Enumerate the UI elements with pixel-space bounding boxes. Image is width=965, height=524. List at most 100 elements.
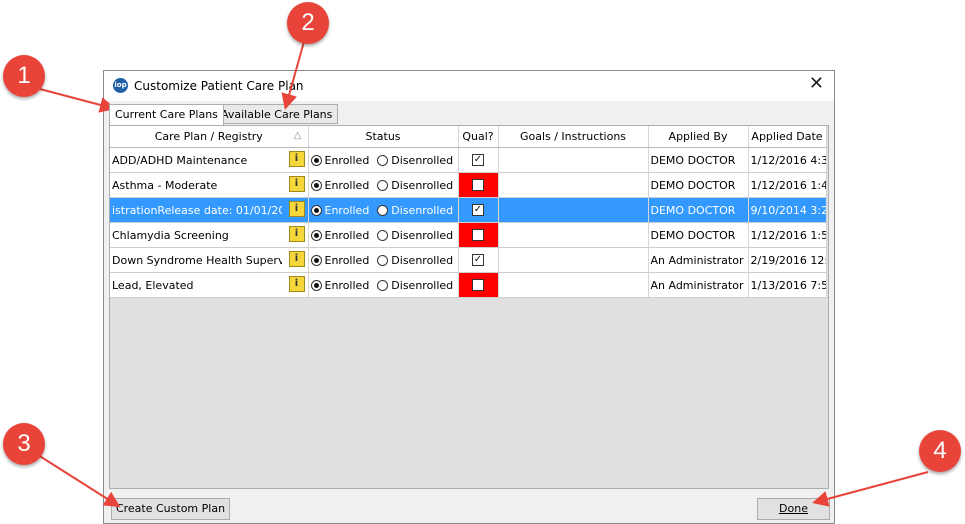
applied-by-cell: DEMO DOCTOR <box>648 222 749 248</box>
qual-checkbox[interactable]: ✓ <box>472 154 484 166</box>
table-row[interactable]: Lead, Elevated i Enrolled Disenrolled An Adm… <box>110 272 827 298</box>
tab-available-care-plans[interactable]: Available Care Plans <box>215 104 339 124</box>
applied-date-cell: 1/12/2016 1:40 <box>748 172 827 198</box>
enrolled-radio[interactable] <box>310 254 322 266</box>
column-header-goals[interactable]: Goals / Instructions <box>498 126 649 148</box>
qual-cell[interactable] <box>458 272 499 298</box>
qual-cell[interactable]: ✓ <box>458 197 499 223</box>
disenrolled-label: Disenrolled <box>391 253 454 267</box>
applied-by-cell: An Administrator <box>648 272 749 298</box>
goals-cell[interactable] <box>498 222 649 248</box>
enrolled-label: Enrolled <box>324 228 370 242</box>
care-plan-cell[interactable]: istrationRelease date: 01/01/2005 i <box>110 197 309 223</box>
status-cell: Enrolled Disenrolled <box>308 247 459 273</box>
care-plan-name: Asthma - Moderate <box>112 178 218 192</box>
callout-1-arrow <box>35 87 116 113</box>
qual-cell[interactable]: ✓ <box>458 247 499 273</box>
disenrolled-radio[interactable] <box>377 279 389 291</box>
applied-date-cell: 9/10/2014 3:28 <box>748 197 827 223</box>
table-row[interactable]: Down Syndrome Health SupervisioniEnrolle… <box>110 247 827 273</box>
table-row[interactable]: Chlamydia Screening i Enrolled Disenrolled D… <box>110 222 827 248</box>
qual-checkbox[interactable] <box>472 179 484 191</box>
goals-cell[interactable] <box>498 172 649 198</box>
care-plan-cell[interactable]: Chlamydia Screening i <box>110 222 309 248</box>
status-cell: Enrolled Disenrolled <box>308 222 459 248</box>
applied-date-cell: 1/12/2016 4:35 <box>748 147 827 173</box>
callout-3: 3 <box>3 423 45 465</box>
app-logo-icon: iop <box>113 78 128 93</box>
window-title: Customize Patient Care Plan <box>134 79 304 93</box>
callout-4: 4 <box>919 430 961 472</box>
column-header-applied-by[interactable]: Applied By <box>648 126 749 148</box>
care-plan-cell[interactable]: Lead, Elevated i <box>110 272 309 298</box>
table-row[interactable]: istrationRelease date: 01/01/2005 i Enroll… <box>110 197 827 223</box>
applied-by-cell: DEMO DOCTOR <box>648 147 749 173</box>
care-plan-grid: Care Plan / Registry △ Status Qual? Goals… <box>110 126 827 298</box>
applied-by-cell: An Administrator <box>648 247 749 273</box>
disenrolled-label: Disenrolled <box>391 203 454 217</box>
grid-header-row: Care Plan / Registry △ Status Qual? Goals… <box>110 126 827 148</box>
care-plan-cell[interactable]: Asthma - Moderate i <box>110 172 309 198</box>
disenrolled-radio[interactable] <box>377 229 389 241</box>
goals-cell[interactable] <box>498 197 649 223</box>
info-icon[interactable]: i <box>288 251 305 267</box>
callout-2: 2 <box>287 2 329 44</box>
enrolled-label: Enrolled <box>324 203 370 217</box>
info-icon[interactable]: i <box>288 201 305 217</box>
disenrolled-radio[interactable] <box>377 179 389 191</box>
care-plan-name: Chlamydia Screening <box>112 228 229 242</box>
column-header-care-plan[interactable]: Care Plan / Registry △ <box>110 126 309 148</box>
enrolled-label: Enrolled <box>324 278 370 292</box>
info-icon[interactable]: i <box>288 151 305 167</box>
table-row[interactable]: Asthma - Moderate i Enrolled Disenrolled DEM… <box>110 172 827 198</box>
info-icon[interactable]: i <box>288 276 305 292</box>
create-custom-plan-button[interactable]: Create Custom Plan <box>111 498 230 520</box>
enrolled-radio[interactable] <box>310 154 322 166</box>
goals-cell[interactable] <box>498 247 649 273</box>
goals-cell[interactable] <box>498 272 649 298</box>
column-header-applied-date[interactable]: Applied Date <box>748 126 827 148</box>
care-plan-name: istrationRelease date: 01/01/2005 <box>112 203 282 217</box>
status-cell: Enrolled Disenrolled <box>308 197 459 223</box>
care-plan-cell[interactable]: ADD/ADHD Maintenance i <box>110 147 309 173</box>
disenrolled-label: Disenrolled <box>391 278 454 292</box>
info-icon[interactable]: i <box>288 226 305 242</box>
qual-checkbox[interactable]: ✓ <box>472 204 484 216</box>
title-bar: iop Customize Patient Care Plan ✕ <box>104 71 834 101</box>
info-icon[interactable]: i <box>288 176 305 192</box>
applied-date-cell: 1/12/2016 1:52 <box>748 222 827 248</box>
sort-ascending-icon: △ <box>293 130 302 141</box>
done-button[interactable]: Done <box>757 498 830 520</box>
enrolled-radio[interactable] <box>310 229 322 241</box>
enrolled-label: Enrolled <box>324 153 370 167</box>
disenrolled-label: Disenrolled <box>391 178 454 192</box>
qual-cell[interactable] <box>458 172 499 198</box>
disenrolled-label: Disenrolled <box>391 228 454 242</box>
applied-date-cell: 2/19/2016 12:1 <box>748 247 827 273</box>
enrolled-radio[interactable] <box>310 204 322 216</box>
applied-by-cell: DEMO DOCTOR <box>648 172 749 198</box>
applied-by-cell: DEMO DOCTOR <box>648 197 749 223</box>
disenrolled-radio[interactable] <box>377 204 389 216</box>
disenrolled-radio[interactable] <box>377 154 389 166</box>
qual-cell[interactable] <box>458 222 499 248</box>
table-row[interactable]: ADD/ADHD Maintenance i Enrolled Disenrolled… <box>110 147 827 173</box>
enrolled-label: Enrolled <box>324 253 370 267</box>
tab-current-care-plans[interactable]: Current Care Plans <box>109 104 224 125</box>
qual-checkbox[interactable] <box>472 229 484 241</box>
enrolled-radio[interactable] <box>310 279 322 291</box>
column-header-qual[interactable]: Qual? <box>458 126 499 148</box>
status-cell: Enrolled Disenrolled <box>308 172 459 198</box>
goals-cell[interactable] <box>498 147 649 173</box>
column-header-status[interactable]: Status <box>308 126 459 148</box>
qual-checkbox[interactable]: ✓ <box>472 254 484 266</box>
qual-checkbox[interactable] <box>472 279 484 291</box>
disenrolled-radio[interactable] <box>377 254 389 266</box>
status-cell: Enrolled Disenrolled <box>308 272 459 298</box>
qual-cell[interactable]: ✓ <box>458 147 499 173</box>
close-icon[interactable]: ✕ <box>809 74 824 94</box>
enrolled-radio[interactable] <box>310 179 322 191</box>
callout-1: 1 <box>3 55 45 97</box>
care-plan-cell[interactable]: Down Syndrome Health Supervision i <box>110 247 309 273</box>
care-plan-name: Down Syndrome Health Supervision <box>112 253 282 267</box>
